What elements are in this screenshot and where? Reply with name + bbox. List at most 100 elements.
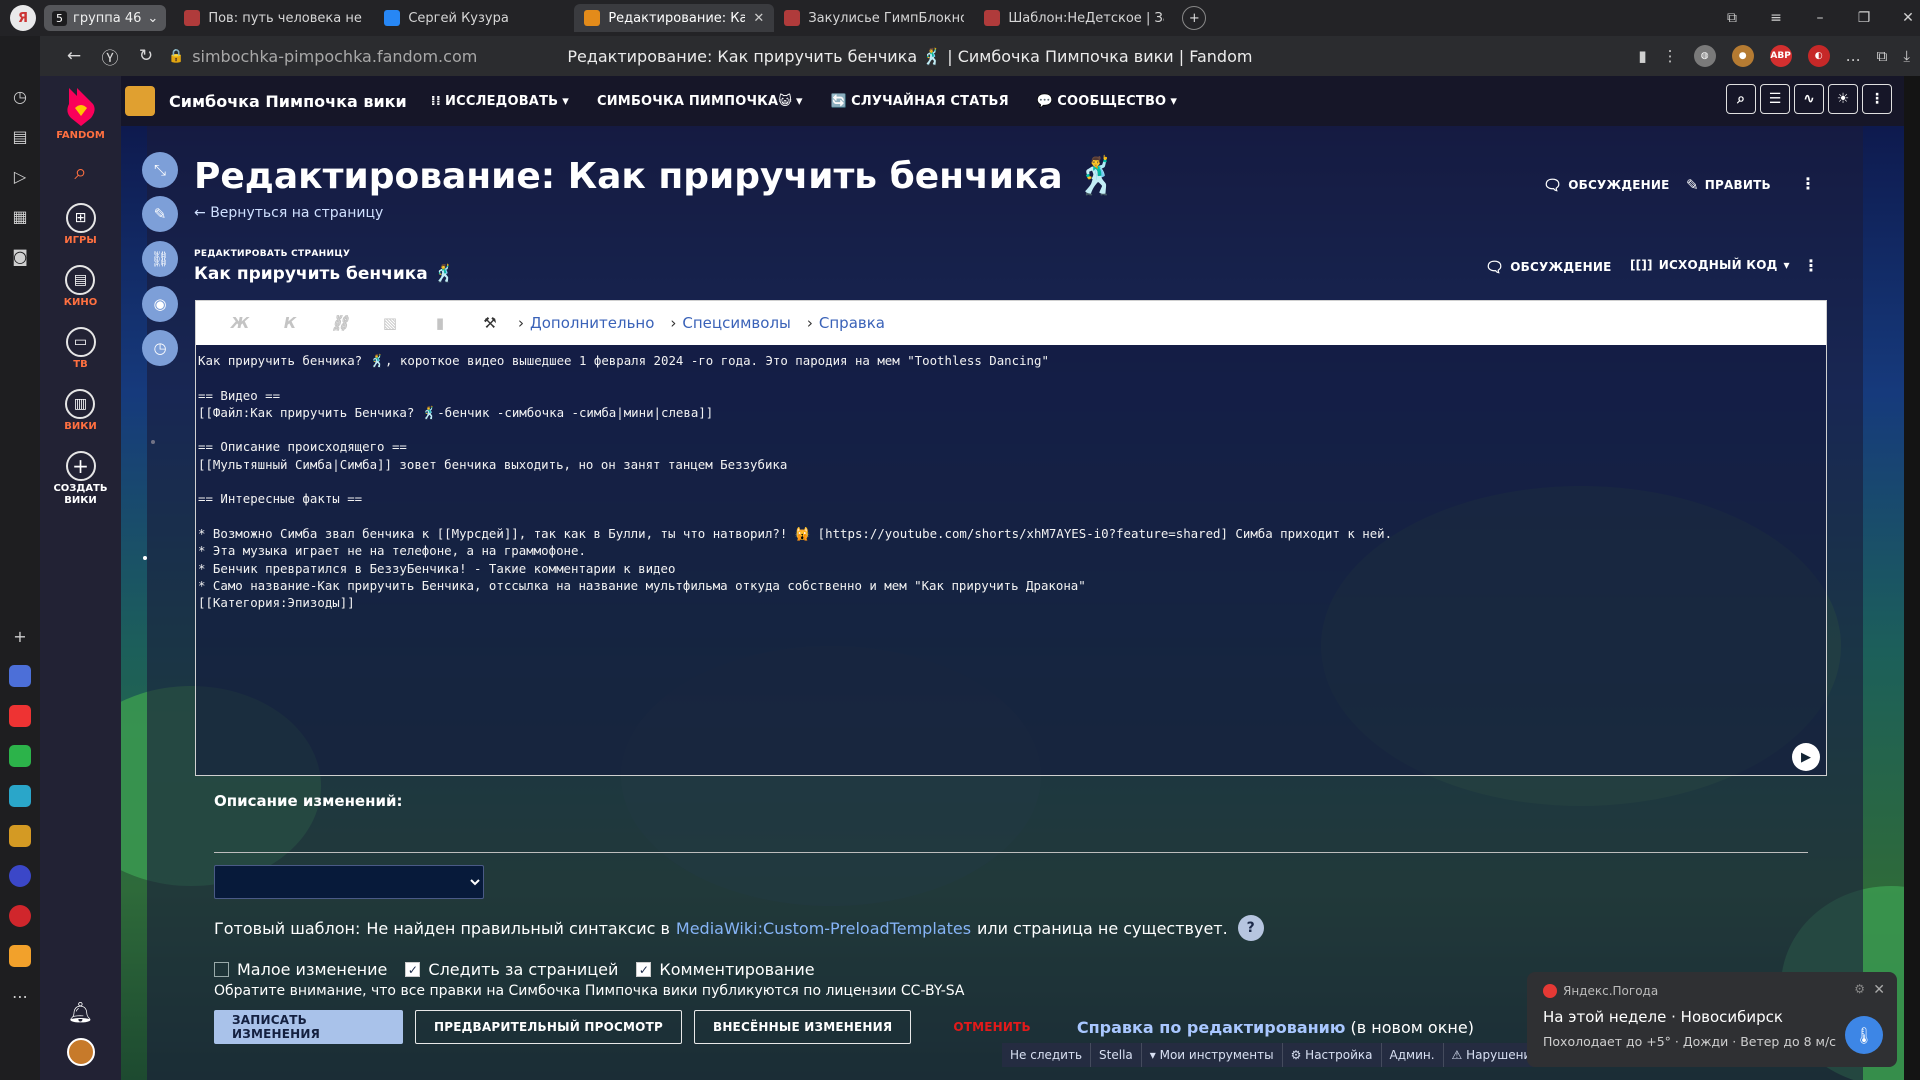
collections-icon[interactable]: ⧉: [1877, 47, 1888, 65]
more-horizontal-icon[interactable]: ⋯: [0, 976, 40, 1016]
checkbox-unchecked[interactable]: [214, 962, 229, 977]
close-window-icon[interactable]: ✕: [1886, 10, 1920, 26]
bookmark-icon[interactable]: ▮: [1638, 47, 1646, 65]
more-vertical-icon[interactable]: ⋮: [1803, 256, 1819, 275]
maximize-icon[interactable]: ❐: [1842, 10, 1886, 26]
rail-item-games[interactable]: ⊞ ИГРЫ: [64, 203, 97, 247]
weather-notification[interactable]: Яндекс.Погода ⚙ ✕ На этой неделе · Новос…: [1527, 972, 1897, 1067]
discussion-button[interactable]: 🗨︎ ОБСУЖДЕНИЕ: [1543, 176, 1670, 194]
new-tab-button[interactable]: +: [1182, 6, 1207, 30]
bell-icon[interactable]: 🔔︎: [68, 1000, 93, 1024]
cancel-button[interactable]: ОТМЕНИТЬ: [935, 1010, 1049, 1044]
editor-content[interactable]: Как приручить бенчика? 🕺, короткое видео…: [198, 352, 1392, 611]
eye-icon[interactable]: ◉: [142, 286, 178, 322]
clock-icon[interactable]: ◷: [142, 330, 178, 366]
editor-textarea[interactable]: Как приручить бенчика? 🕺, короткое видео…: [196, 345, 1826, 775]
avatar[interactable]: [66, 1038, 95, 1066]
tab-4[interactable]: Шаблон:НеДетское | Заку: [974, 4, 1174, 32]
toolbar-help[interactable]: › Справка: [807, 314, 885, 332]
wiki-logo[interactable]: [125, 86, 155, 116]
back-arrow-icon[interactable]: ←: [56, 46, 92, 66]
play-icon[interactable]: ▶: [1792, 743, 1820, 771]
help-icon[interactable]: ?: [1237, 915, 1264, 941]
tab-3[interactable]: Закулисье ГимпБлокнота: [774, 4, 974, 32]
tool-my-tools[interactable]: ▾ Мои инструменты: [1142, 1043, 1283, 1067]
menu-icon[interactable]: ≡: [1754, 10, 1798, 26]
nav-explore[interactable]: ⁞⁞ ИССЛЕДОВАТЬ ▾: [431, 94, 569, 109]
toolbar-special-chars[interactable]: › Спецсимволы: [670, 314, 790, 332]
close-icon[interactable]: ✕: [753, 11, 764, 26]
discussions-icon[interactable]: ☰: [1760, 84, 1790, 114]
more-icon[interactable]: …: [1846, 47, 1861, 65]
discussion-button-2[interactable]: 🗨︎ ОБСУЖДЕНИЕ: [1485, 258, 1612, 276]
tab-group[interactable]: 5 группа 46 ⌄: [44, 5, 167, 31]
template-select[interactable]: [214, 865, 484, 899]
app-shortcut-icon[interactable]: [9, 905, 31, 927]
minor-edit-checkbox[interactable]: Малое изменение: [214, 960, 387, 979]
back-to-page-link[interactable]: ← Вернуться на страницу: [194, 205, 383, 221]
more-vertical-icon[interactable]: ⋮: [1800, 174, 1816, 193]
link-icon[interactable]: ⛓: [318, 301, 362, 345]
tab-1[interactable]: Сергей Кузура: [374, 4, 574, 32]
fandom-logo-icon[interactable]: [61, 84, 101, 128]
extension-icon[interactable]: ◐: [1807, 45, 1830, 67]
nav-random[interactable]: 🔄 СЛУЧАЙНАЯ СТАТЬЯ: [831, 94, 1009, 109]
history-icon[interactable]: ◷: [0, 76, 40, 116]
app-shortcut-icon[interactable]: [9, 785, 31, 807]
summary-input[interactable]: [214, 852, 1808, 853]
bookmark-tabs-icon[interactable]: ⧉: [1710, 10, 1754, 26]
edit-button[interactable]: ✎ ПРАВИТЬ: [1686, 176, 1771, 194]
comment-checkbox[interactable]: ✓ Комментирование: [636, 960, 815, 979]
theme-toggle-icon[interactable]: ☀: [1828, 84, 1858, 114]
screenshot-icon[interactable]: ◙: [0, 236, 40, 276]
app-shortcut-icon[interactable]: [9, 705, 31, 727]
wiki-name[interactable]: Симбочка Пимпочка вики: [169, 92, 407, 111]
url-page-title[interactable]: Редактирование: Как приручить бенчика 🕺 …: [567, 47, 1252, 66]
bold-button[interactable]: Ж: [218, 301, 262, 345]
reload-icon[interactable]: ↻: [128, 46, 164, 66]
editing-help-link[interactable]: Справка по редактированию: [1077, 1018, 1346, 1037]
rail-item-wikis[interactable]: ▥ ВИКИ: [64, 389, 97, 433]
yandex-icon[interactable]: Ⓨ: [92, 44, 128, 69]
toolbar-advanced[interactable]: › Дополнительно: [518, 314, 654, 332]
browser-logo-icon[interactable]: Я: [10, 5, 36, 31]
tool-admin[interactable]: Админ.: [1382, 1043, 1444, 1067]
search-icon[interactable]: ⌕: [74, 160, 86, 185]
download-icon[interactable]: ⤓: [1903, 47, 1910, 65]
link-icon[interactable]: ⛓: [142, 241, 178, 277]
checkbox-checked[interactable]: ✓: [636, 962, 652, 977]
preview-button[interactable]: ПРЕДВАРИТЕЛЬНЫЙ ПРОСМОТР: [415, 1010, 682, 1044]
settings-icon[interactable]: ⚙: [1854, 982, 1865, 996]
save-button[interactable]: ЗАПИСАТЬ ИЗМЕНЕНИЯ: [214, 1010, 403, 1044]
tool-settings[interactable]: ⚙ Настройка: [1283, 1043, 1382, 1067]
pencil-icon[interactable]: ✎: [142, 196, 178, 232]
app-shortcut-icon[interactable]: [9, 825, 31, 847]
italic-button[interactable]: К: [268, 301, 312, 345]
play-icon[interactable]: ▷: [0, 156, 40, 196]
image-icon[interactable]: ▧: [368, 301, 412, 345]
counter-icon[interactable]: ▦: [0, 196, 40, 236]
minimize-icon[interactable]: –: [1798, 10, 1842, 26]
nav-community[interactable]: 💬 СООБЩЕСТВО ▾: [1037, 94, 1177, 109]
app-shortcut-icon[interactable]: [9, 865, 31, 887]
tool-stella[interactable]: Stella: [1091, 1043, 1142, 1067]
tool-unwatch[interactable]: Не следить: [1002, 1043, 1092, 1067]
close-icon[interactable]: ✕: [1873, 982, 1885, 998]
add-panel-icon[interactable]: +: [0, 616, 40, 656]
notes-icon[interactable]: ▤: [0, 116, 40, 156]
rail-search[interactable]: ⌕: [74, 160, 86, 185]
file-icon[interactable]: ▮: [418, 301, 462, 345]
mail-icon[interactable]: [9, 945, 31, 967]
nav-simbochka[interactable]: СИМБОЧКА ПИМПОЧКА😺 ▾: [597, 94, 803, 109]
more-vertical-icon[interactable]: ⋮: [1663, 47, 1678, 65]
rail-item-create-wiki[interactable]: + СОЗДАТЬ ВИКИ: [51, 451, 111, 507]
more-vertical-icon[interactable]: ⋮: [1862, 84, 1892, 114]
rail-item-tv[interactable]: ▭ ТВ: [65, 327, 96, 371]
cookie-icon[interactable]: ●: [1731, 45, 1754, 67]
source-code-button[interactable]: [[]] ИСХОДНЫЙ КОД ▾: [1630, 258, 1790, 272]
checkbox-checked[interactable]: ✓: [405, 962, 421, 977]
search-icon[interactable]: ⌕: [1726, 84, 1756, 114]
adblock-icon[interactable]: ABP: [1769, 45, 1792, 67]
url-host[interactable]: simbochka-pimpochka.fandom.com: [192, 47, 477, 66]
activity-icon[interactable]: ∿: [1794, 84, 1824, 114]
